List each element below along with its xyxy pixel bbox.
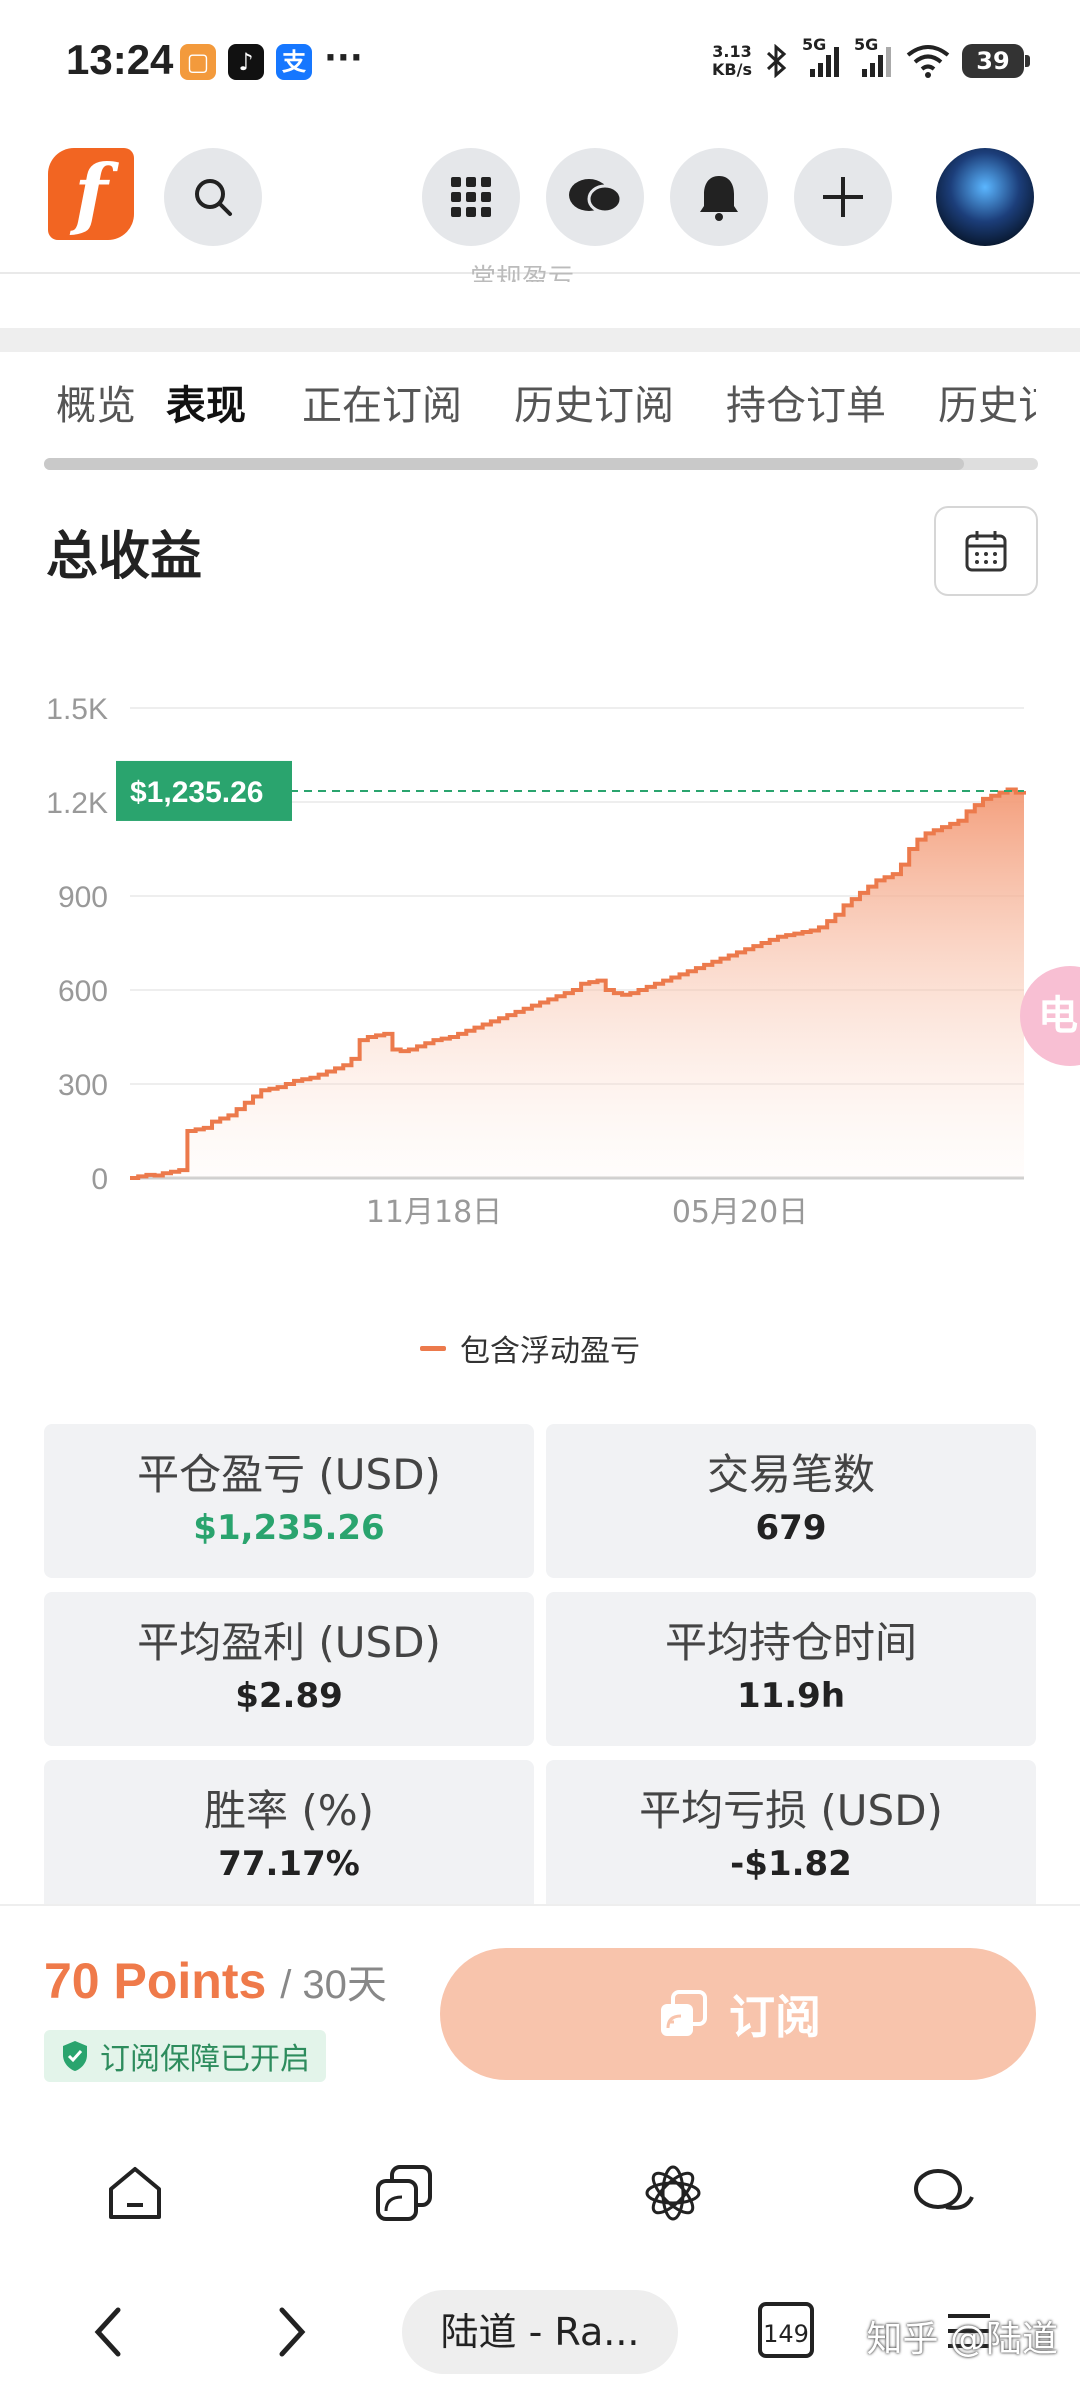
series-area xyxy=(130,789,1024,1178)
total-return-chart[interactable]: 1.5K 1.2K 900 600 300 0 11月18日 05月20日 $1,235.2… xyxy=(0,660,1080,1240)
stat-value: 679 xyxy=(755,1508,827,1548)
points-amount: 70 Points xyxy=(44,1953,267,2009)
bottom-navigation xyxy=(0,2120,1080,2270)
chat-icon xyxy=(913,2169,974,2210)
network-speed: 3.13 KB/s xyxy=(712,42,752,79)
y-tick-label: 600 xyxy=(58,975,108,1008)
orbit-icon xyxy=(645,2165,700,2221)
stat-value: 77.17% xyxy=(218,1844,360,1884)
app-logo[interactable]: f xyxy=(48,148,134,240)
subscribe-button-label: 订阅 xyxy=(729,1990,821,2044)
stat-card-average-profit: 平均盈利 (USD) $2.89 xyxy=(44,1592,534,1746)
legend-label: 包含浮动盈亏 xyxy=(460,1334,640,1369)
stat-card-win-rate: 胜率 (%) 77.17% xyxy=(44,1760,534,1914)
tab-history-subscriptions[interactable]: 历史订阅 xyxy=(488,372,700,452)
copy-trade-icon xyxy=(375,2165,432,2221)
points-period: / 30天 xyxy=(280,1963,387,2007)
section-separator xyxy=(0,328,1080,352)
create-button[interactable] xyxy=(794,148,892,246)
x-tick-label: 11月18日 xyxy=(366,1195,502,1230)
stat-label: 平均盈利 (USD) xyxy=(137,1618,441,1667)
tab-performance[interactable]: 表现 xyxy=(166,372,246,452)
clock: 13:24 xyxy=(66,36,174,83)
y-tick-label: 1.5K xyxy=(46,693,108,726)
stat-card-closed-pnl: 平仓盈亏 (USD) $1,235.26 xyxy=(44,1424,534,1578)
stat-card-average-holding-time: 平均持仓时间 11.9h xyxy=(546,1592,1036,1746)
taobao-app-icon: ▢ xyxy=(180,44,216,80)
bluetooth-icon xyxy=(766,44,787,78)
tab-bar: 概览 表现 正在订阅 历史订阅 持仓订单 历史订 xyxy=(56,372,1036,452)
signal-icon-1: 5G xyxy=(802,35,842,81)
apps-menu-button[interactable] xyxy=(422,148,520,246)
tab-count-button[interactable]: 149 xyxy=(758,2302,814,2358)
stat-card-trade-count: 交易笔数 679 xyxy=(546,1424,1036,1578)
chart-legend[interactable]: 包含浮动盈亏 xyxy=(420,1326,640,1370)
user-avatar[interactable] xyxy=(936,148,1034,246)
browser-toolbar: 陆道 - Ra... 149 知乎 @陆道 xyxy=(0,2270,1080,2400)
watermark: 知乎 @陆道 xyxy=(866,2319,1058,2360)
wifi-icon xyxy=(906,45,950,78)
more-notifications-icon: ··· xyxy=(324,38,363,78)
forward-icon[interactable] xyxy=(272,2304,312,2360)
stat-card-average-loss: 平均亏损 (USD) -$1.82 xyxy=(546,1760,1036,1914)
chat-bubbles-icon xyxy=(569,179,623,214)
tab-scroll-thumb[interactable] xyxy=(44,458,964,470)
plus-icon xyxy=(823,177,863,217)
price-points: 70 Points / 30天 xyxy=(44,1952,387,2010)
current-value-label: $1,235.26 xyxy=(130,776,263,809)
messages-button[interactable] xyxy=(546,148,644,246)
nav-explore[interactable] xyxy=(641,2161,705,2229)
status-indicators: 3.13 KB/s 5G 5G 39 xyxy=(712,35,1030,86)
tiktok-app-icon: ♪ xyxy=(228,44,264,80)
stat-value: $2.89 xyxy=(235,1676,343,1716)
tab-overview[interactable]: 概览 xyxy=(56,372,162,452)
nav-messages[interactable] xyxy=(910,2161,978,2229)
alipay-app-icon: 支 xyxy=(276,44,312,80)
subscribe-button[interactable]: 订阅 xyxy=(440,1948,1036,2080)
stat-value: $1,235.26 xyxy=(193,1508,385,1548)
y-tick-label: 0 xyxy=(91,1163,108,1196)
calendar-icon xyxy=(965,531,1007,572)
copy-trade-icon xyxy=(661,1990,707,2036)
battery-indicator: 39 xyxy=(962,44,1030,78)
notifications-button[interactable] xyxy=(670,148,768,246)
signal-icon-2: 5G xyxy=(854,35,894,81)
stat-value: -$1.82 xyxy=(730,1844,852,1884)
back-icon[interactable] xyxy=(88,2304,128,2360)
x-tick-label: 05月20日 xyxy=(672,1195,808,1230)
nav-copy-trading[interactable] xyxy=(372,2161,436,2229)
bell-icon xyxy=(700,176,738,221)
tab-current-subscriptions[interactable]: 正在订阅 xyxy=(276,372,488,452)
grid-icon xyxy=(451,177,491,217)
status-bar: 13:24 ▢ ♪ 支 ··· 3.13 KB/s 5G 5G 39 xyxy=(0,0,1080,120)
partially-scrolled-text: 常规盈亏 xyxy=(470,264,575,282)
search-button[interactable] xyxy=(164,148,262,246)
y-tick-label: 1.2K xyxy=(46,787,108,820)
stat-label: 平均持仓时间 xyxy=(664,1618,917,1667)
tab-positions[interactable]: 持仓订单 xyxy=(700,372,912,452)
y-tick-label: 900 xyxy=(58,881,108,914)
legend-swatch xyxy=(420,1345,446,1351)
guarantee-text: 订阅保障已开启 xyxy=(100,2042,310,2077)
y-tick-label: 300 xyxy=(58,1069,108,1102)
nav-home[interactable] xyxy=(103,2161,167,2229)
stat-label: 交易笔数 xyxy=(706,1450,875,1499)
home-icon xyxy=(108,2167,161,2219)
stat-value: 11.9h xyxy=(736,1676,846,1716)
subscription-guarantee-badge: 订阅保障已开启 xyxy=(44,2030,326,2082)
search-icon xyxy=(195,179,232,216)
tab-history-orders[interactable]: 历史订 xyxy=(912,372,1036,452)
shield-check-icon xyxy=(63,2041,87,2071)
stat-label: 平仓盈亏 (USD) xyxy=(137,1450,441,1499)
date-range-button[interactable] xyxy=(934,506,1038,596)
stat-label: 胜率 (%) xyxy=(203,1786,375,1835)
address-bar[interactable]: 陆道 - Ra... xyxy=(402,2290,678,2374)
stat-label: 平均亏损 (USD) xyxy=(639,1786,943,1835)
section-title: 总收益 xyxy=(46,527,203,587)
